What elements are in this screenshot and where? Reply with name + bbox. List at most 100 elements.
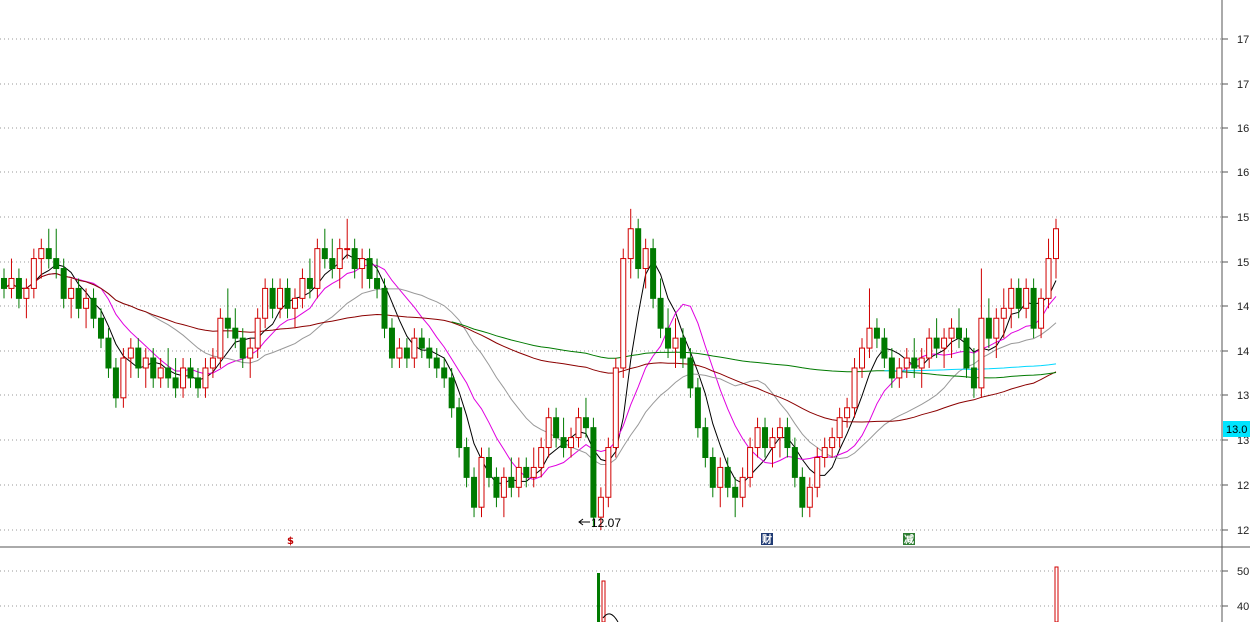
event-marker[interactable]: $ bbox=[287, 536, 294, 547]
volume-tick-label: 50 bbox=[1237, 566, 1249, 578]
candle-body bbox=[590, 427, 597, 518]
candle bbox=[545, 407, 552, 458]
candle-body bbox=[418, 337, 425, 349]
candle-body bbox=[187, 367, 194, 379]
candle bbox=[314, 238, 321, 299]
candle bbox=[956, 308, 963, 349]
price-tick-label: 14 bbox=[1237, 301, 1249, 313]
candle-body bbox=[8, 277, 15, 289]
candle bbox=[359, 248, 366, 289]
candle-body bbox=[866, 327, 873, 349]
candle bbox=[560, 417, 567, 458]
candle-body bbox=[1038, 297, 1045, 329]
candle-body bbox=[941, 337, 948, 349]
candle bbox=[1, 268, 7, 299]
candle-body bbox=[956, 327, 963, 339]
candle-body bbox=[344, 248, 351, 251]
candle-body bbox=[873, 327, 880, 339]
candle bbox=[165, 348, 172, 388]
candle bbox=[941, 328, 948, 368]
price-tick-label: 17 bbox=[1237, 34, 1249, 46]
candle-body bbox=[38, 248, 45, 260]
candle bbox=[45, 228, 52, 269]
candle-body bbox=[963, 337, 970, 369]
ma60-line bbox=[3, 272, 1057, 423]
candle bbox=[321, 228, 328, 269]
candle bbox=[456, 397, 463, 458]
candle-body bbox=[202, 367, 209, 389]
candle-body bbox=[642, 248, 649, 270]
candle-body bbox=[933, 337, 940, 349]
candle-body bbox=[232, 327, 239, 339]
candle bbox=[933, 318, 940, 359]
candle bbox=[157, 358, 164, 388]
event-marker[interactable]: 减 bbox=[903, 533, 915, 546]
candle-body bbox=[724, 466, 731, 488]
candle-body bbox=[209, 357, 216, 369]
candle bbox=[299, 268, 306, 309]
candle-body bbox=[881, 337, 888, 359]
candle-body bbox=[575, 417, 582, 439]
candle bbox=[247, 338, 254, 378]
candle bbox=[90, 288, 97, 329]
candle-body bbox=[970, 367, 977, 389]
candle-body bbox=[150, 357, 157, 379]
candle-body bbox=[1, 277, 7, 289]
price-axis-ticks: 171716161515141413131212 bbox=[1222, 34, 1249, 537]
candle bbox=[374, 258, 381, 299]
candle bbox=[262, 278, 269, 329]
candle-body bbox=[620, 258, 627, 369]
event-marker-label: 减 bbox=[904, 533, 914, 546]
candle bbox=[277, 278, 284, 319]
candle bbox=[657, 278, 664, 339]
candle bbox=[799, 467, 806, 518]
price-tick-label: 16 bbox=[1237, 123, 1249, 135]
candle-body bbox=[336, 248, 343, 270]
candle-body bbox=[911, 357, 918, 369]
candle bbox=[605, 437, 612, 508]
volume-bar bbox=[1054, 566, 1059, 622]
candle bbox=[471, 467, 478, 518]
candle bbox=[717, 457, 724, 508]
candle bbox=[635, 218, 642, 279]
candle-body bbox=[530, 466, 537, 478]
candle bbox=[1030, 278, 1037, 339]
candle-body bbox=[657, 297, 664, 329]
candle bbox=[366, 248, 373, 289]
candle bbox=[351, 238, 358, 279]
event-markers: $ 财 减 bbox=[287, 533, 915, 547]
event-marker-label: 财 bbox=[761, 533, 772, 546]
candle bbox=[844, 397, 851, 428]
candle-body bbox=[709, 456, 716, 488]
candle bbox=[918, 348, 925, 388]
candle bbox=[8, 258, 15, 299]
candle-body bbox=[545, 417, 552, 449]
candle bbox=[403, 338, 410, 368]
candle-body bbox=[918, 357, 925, 369]
candle bbox=[679, 328, 686, 368]
candle bbox=[963, 328, 970, 378]
candle-body bbox=[844, 407, 851, 419]
candle bbox=[1038, 288, 1045, 339]
candle-body bbox=[903, 357, 910, 369]
candle bbox=[724, 457, 731, 498]
candle-body bbox=[538, 447, 545, 468]
candle-body bbox=[262, 287, 269, 319]
price-tick-label: 15 bbox=[1237, 257, 1249, 269]
candle bbox=[881, 328, 888, 368]
candle-body bbox=[247, 347, 254, 359]
candle bbox=[582, 397, 589, 438]
candle bbox=[30, 248, 37, 299]
candle bbox=[530, 447, 537, 488]
candle-body bbox=[381, 287, 388, 329]
candle-body bbox=[359, 258, 366, 270]
candle-body bbox=[239, 337, 246, 359]
candle-body bbox=[83, 297, 90, 309]
candle-body bbox=[1030, 287, 1037, 329]
candle bbox=[866, 288, 873, 359]
candle bbox=[1053, 218, 1059, 279]
event-marker[interactable]: 财 bbox=[761, 533, 773, 546]
candle-body bbox=[45, 248, 52, 260]
candle bbox=[75, 278, 82, 319]
candle-body bbox=[448, 377, 455, 409]
